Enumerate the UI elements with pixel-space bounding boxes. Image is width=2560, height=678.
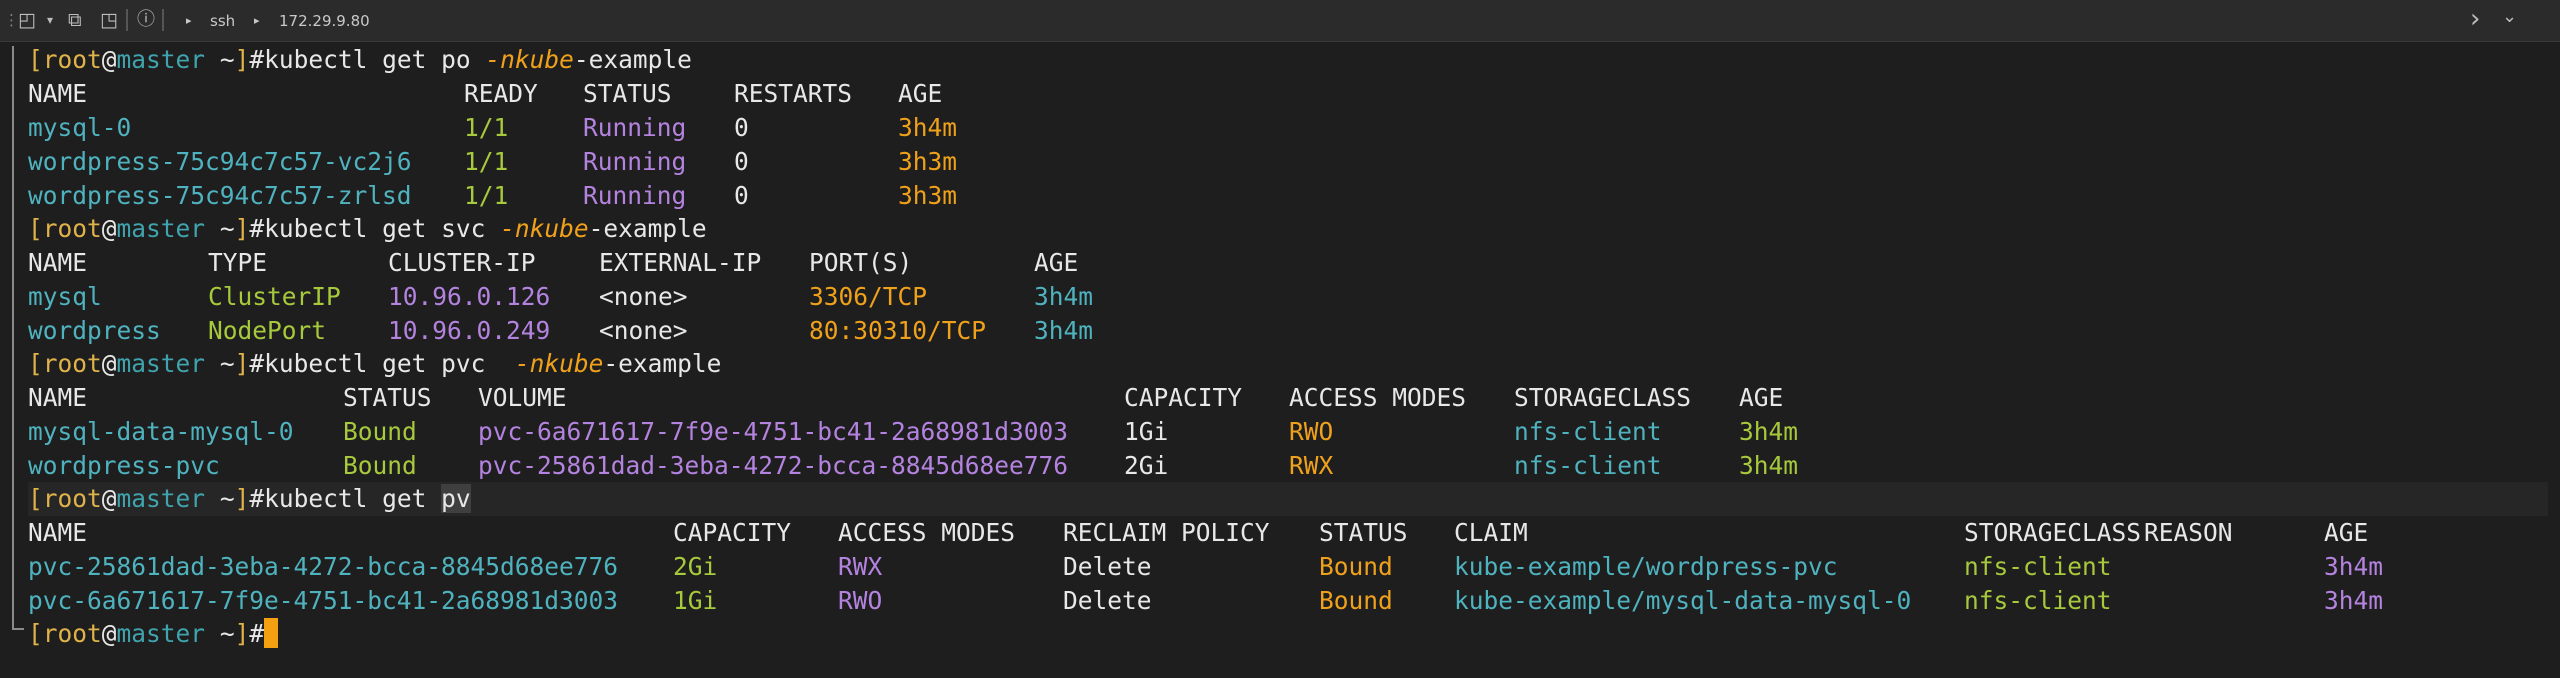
terminal-output[interactable]: [root@master ~]#kubectl get po -nkube-ex… [0, 42, 2560, 678]
breadcrumb-arrow-icon: ▸ [254, 14, 260, 27]
prompt-line: [root@master ~]#kubectl get pv [28, 482, 2548, 516]
dropdown-caret-icon[interactable]: ▾ [47, 9, 53, 31]
active-prompt-line[interactable]: [root@master ~]# [28, 617, 2548, 651]
prompt-line: [root@master ~]#kubectl get pvc -nkube-e… [28, 349, 722, 378]
chevron-down-icon[interactable]: ⌄ [2502, 8, 2517, 31]
table-header: NAME READY STATUS RESTARTS AGE [28, 79, 943, 108]
table-row: mysql-0 1/1 Running 0 3h4m [28, 113, 958, 142]
new-window-icon[interactable]: ◳ [100, 9, 118, 31]
toolbar-divider [126, 9, 128, 31]
table-header: NAME TYPE CLUSTER-IP EXTERNAL-IP PORT(S) AGE [28, 248, 1079, 277]
toolbar-divider [162, 9, 164, 31]
table-row: wordpress-75c94c7c57-zrlsd 1/1 Running 0 3h3… [28, 181, 958, 210]
table-header: NAME STATUS VOLUME CAPACITY ACCESS MODES STOR… [28, 383, 1784, 412]
table-header: NAME CAPACITY ACCESS MODES RECLAIM POLICY ST… [28, 518, 2369, 547]
prompt-line: [root@master ~]#kubectl get svc -nkube-e… [28, 214, 707, 243]
table-row: wordpress-75c94c7c57-vc2j6 1/1 Running 0 3h3… [28, 147, 958, 176]
text-cursor [264, 618, 279, 648]
chevron-right-icon[interactable]: › [2470, 6, 2480, 32]
new-tab-icon[interactable]: ◰ [18, 9, 36, 31]
table-row: mysql ClusterIP 10.96.0.126 <none> 3306/TCP 3… [28, 282, 1094, 311]
table-row: pvc-25861dad-3eba-4272-bcca-8845d68ee776… [28, 552, 2384, 581]
info-icon[interactable]: ⓘ [137, 9, 155, 31]
prompt-line: [root@master ~]#kubectl get po -nkube-ex… [28, 45, 692, 74]
selected-text[interactable]: pv [441, 484, 471, 513]
table-row: mysql-data-mysql-0 Bound pvc-6a671617-7f9e… [28, 417, 1799, 446]
drag-handle-icon[interactable]: ⋮ [4, 9, 19, 31]
breadcrumb-arrow-icon: ▸ [186, 14, 192, 27]
table-row: wordpress NodePort 10.96.0.249 <none> 80:303… [28, 316, 1094, 345]
host-ip-label: 172.29.9.80 [279, 12, 370, 30]
toolbar: ⋮ ◰ ▾ ⧉ ◳ ⓘ ▸ ssh ▸ 172.29.9.80 › ⌄ [0, 0, 2560, 42]
table-row: pvc-6a671617-7f9e-4751-bc41-2a68981d3003… [28, 586, 2384, 615]
table-row: wordpress-pvc Bound pvc-25861dad-3eba-4272… [28, 451, 1799, 480]
duplicate-tab-icon[interactable]: ⧉ [68, 9, 82, 31]
protocol-label: ssh [210, 12, 236, 30]
